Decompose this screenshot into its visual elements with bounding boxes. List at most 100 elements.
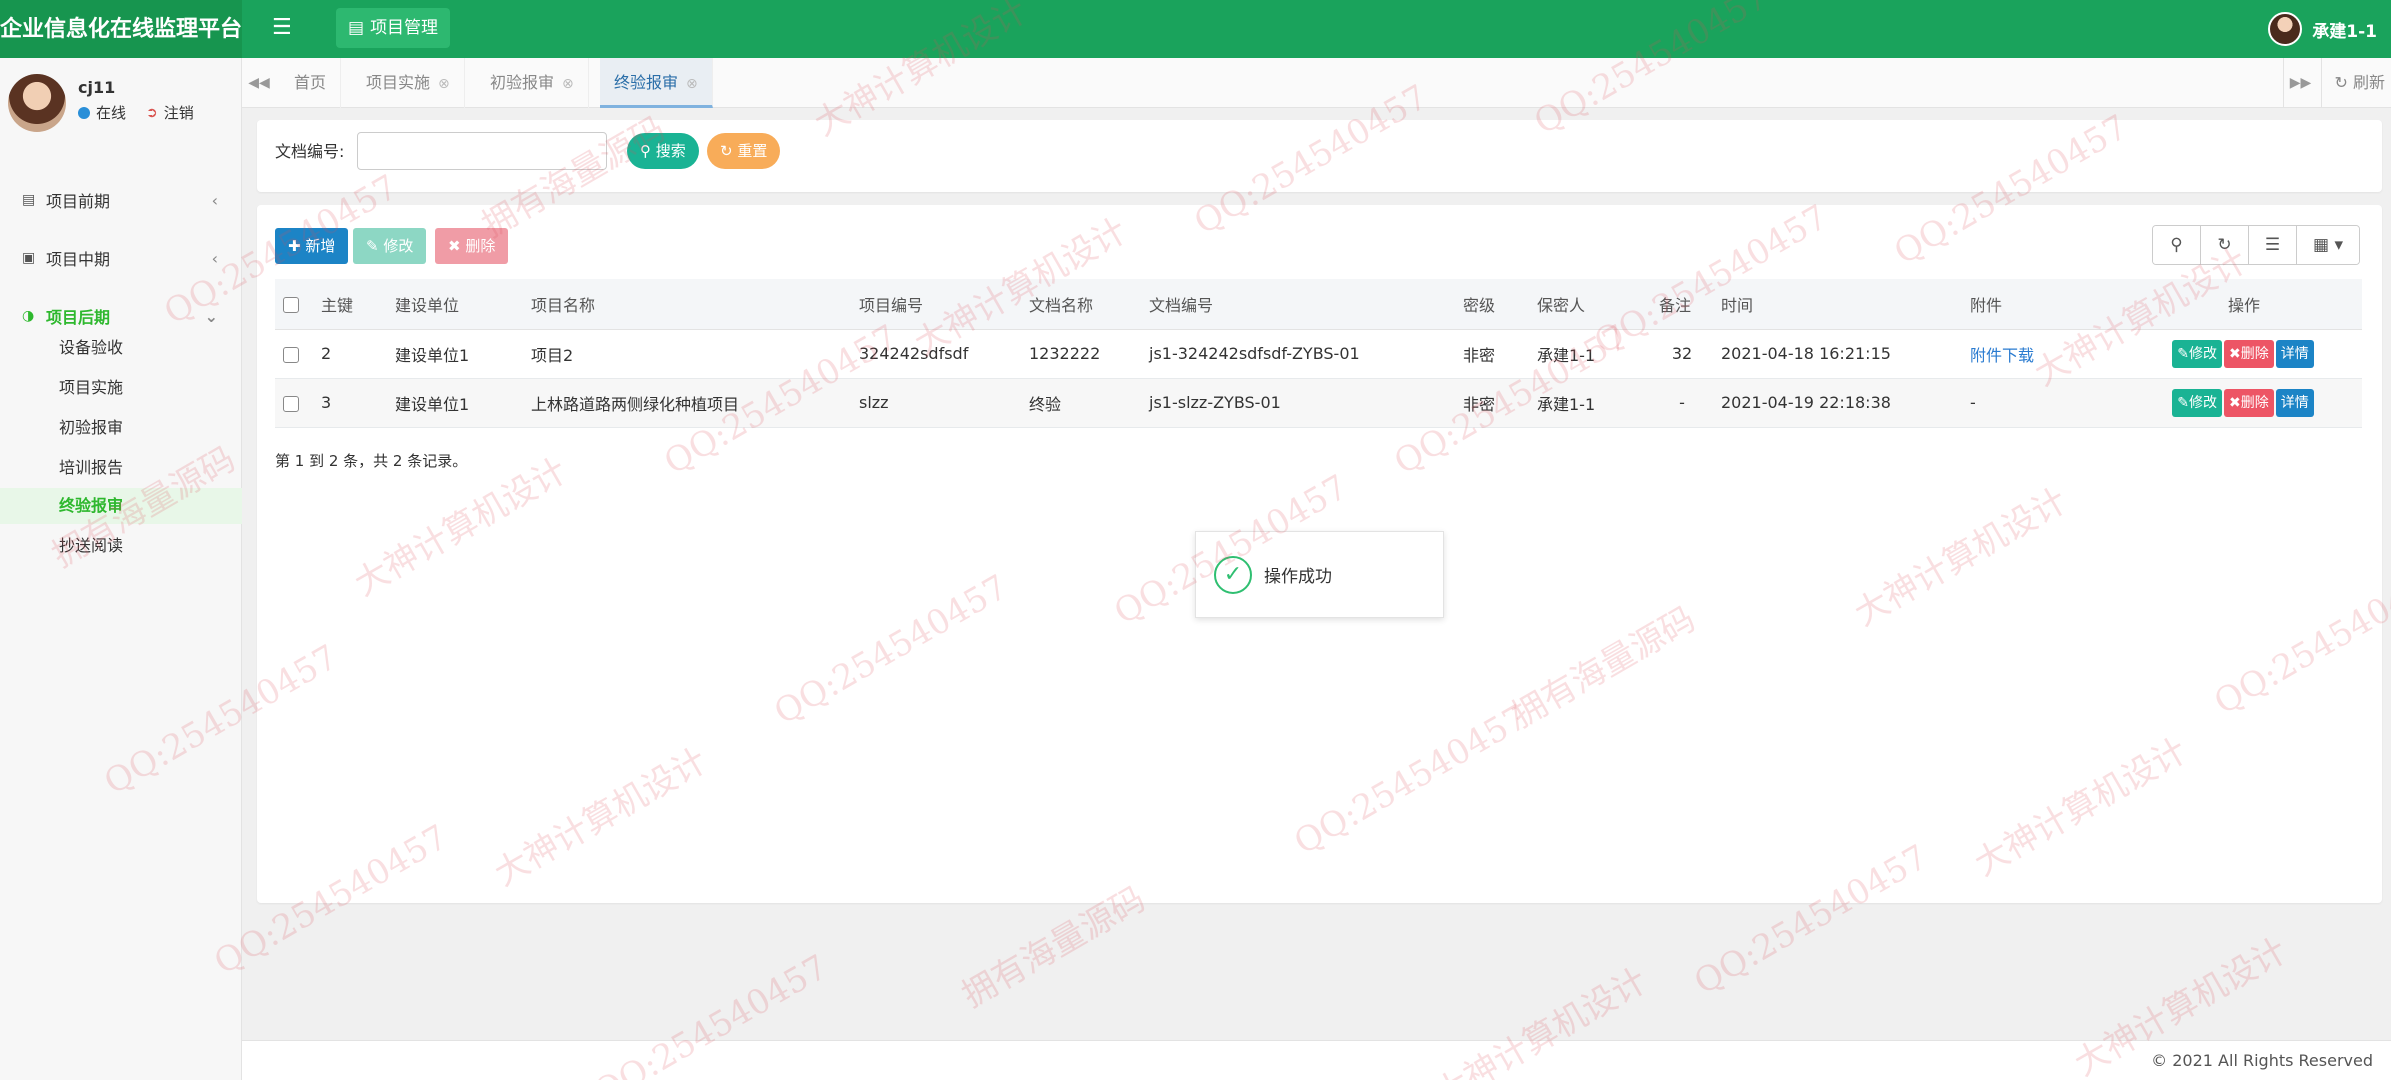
cell-ops: ✎修改 ✖删除 详情 — [2126, 329, 2362, 379]
logout-icon[interactable]: ➲ — [146, 105, 158, 121]
search-icon: ⚲ — [640, 142, 651, 160]
cell-keeper: 承建1-1 — [1529, 378, 1651, 428]
sidebar-item-implementation[interactable]: 项目实施 — [0, 370, 242, 406]
reset-button[interactable]: ↻ 重置 — [707, 133, 781, 169]
row-edit-button[interactable]: ✎修改 — [2172, 388, 2222, 417]
cell-project: 项目2 — [523, 329, 851, 379]
row-select-cell — [275, 329, 313, 379]
times-icon: ✖ — [448, 237, 461, 255]
table-row: 2 建设单位1 项目2 324242sdfsdf 1232222 js1-324… — [275, 329, 2362, 379]
edit-button[interactable]: ✎ 修改 — [353, 228, 427, 264]
chevron-down-icon: ⌄ — [204, 306, 218, 326]
col-header[interactable]: 保密人 — [1529, 279, 1651, 330]
sidebar: cj11 在线 ➲ 注销 ▤ 项目前期 ‹ ▣ 项目中期 ‹ ◑ 项目后期 ⌄ … — [0, 58, 242, 1080]
add-button[interactable]: ✚ 新增 — [275, 228, 349, 264]
refresh-icon: ↻ — [720, 142, 733, 160]
refresh-tab-button[interactable]: ↻ 刷新 — [2321, 58, 2391, 108]
user-status: 在线 ➲ 注销 — [78, 102, 194, 123]
tabs-bar: ◀◀ 首页 项目实施 ⊗ 初验报审 ⊗ 终验报审 ⊗ ▶▶ ↻ 刷新 — [242, 58, 2391, 108]
cell-docno: js1-slzz-ZYBS-01 — [1141, 378, 1455, 428]
col-header: 操作 — [2126, 279, 2362, 330]
table-tools: ⚲ ↻ ☰ ▦ ▾ — [2152, 225, 2360, 265]
col-header[interactable]: 备注 — [1651, 279, 1713, 330]
select-all-checkbox[interactable] — [283, 296, 299, 313]
cell-attach: - — [1962, 378, 2126, 428]
search-icon[interactable]: ⚲ — [2153, 226, 2201, 264]
cell-code: slzz — [851, 378, 1021, 428]
row-detail-button[interactable]: 详情 — [2275, 388, 2314, 417]
user-panel: cj11 在线 ➲ 注销 — [8, 74, 238, 134]
doc-no-input[interactable] — [357, 132, 607, 170]
cell-level: 非密 — [1455, 378, 1529, 428]
row-delete-button[interactable]: ✖删除 — [2224, 388, 2274, 417]
attachment-download-link[interactable]: 附件下载 — [1970, 346, 2034, 365]
tab-next-icon[interactable]: ▶▶ — [2283, 58, 2317, 108]
columns-grid-icon[interactable]: ▦ ▾ — [2297, 226, 2359, 264]
row-select-cell — [275, 378, 313, 428]
col-header[interactable]: 项目编号 — [851, 279, 1021, 330]
building-icon: ▣ — [22, 250, 36, 266]
edit-icon: ✎ — [2177, 345, 2189, 362]
cell-attach: 附件下载 — [1962, 329, 2126, 379]
tab-final-review[interactable]: 终验报审 ⊗ — [600, 58, 713, 108]
cell-docno: js1-324242sdfsdf-ZYBS-01 — [1141, 329, 1455, 379]
close-icon[interactable]: ⊗ — [562, 76, 574, 92]
row-checkbox[interactable] — [283, 395, 299, 412]
tab-home[interactable]: 首页 — [280, 58, 342, 108]
user-name: cj11 — [78, 78, 116, 97]
search-panel: 文档编号: ⚲ 搜索 ↻ 重置 — [257, 120, 2382, 192]
col-header[interactable]: 时间 — [1713, 279, 1962, 330]
cell-note: 32 — [1651, 329, 1713, 379]
half-circle-icon: ◑ — [22, 308, 35, 324]
row-detail-button[interactable]: 详情 — [2275, 339, 2314, 368]
table-row: 3 建设单位1 上林路道路两侧绿化种植项目 slzz 终验 js1-slzz-Z… — [275, 378, 2362, 428]
sidebar-item-cc-read[interactable]: 抄送阅读 — [0, 528, 242, 564]
data-table: 主键 建设单位 项目名称 项目编号 文档名称 文档编号 密级 保密人 备注 时间… — [275, 279, 2362, 428]
col-header[interactable]: 建设单位 — [387, 279, 523, 330]
col-header[interactable]: 附件 — [1962, 279, 2126, 330]
avatar — [8, 74, 66, 132]
copyright: © 2021 All Rights Reserved — [2151, 1051, 2373, 1070]
close-icon[interactable]: ⊗ — [686, 76, 698, 92]
sidebar-group-mid[interactable]: ▣ 项目中期 ‹ — [0, 238, 242, 278]
col-header[interactable]: 主键 — [313, 279, 387, 330]
doc-no-label: 文档编号: — [275, 142, 345, 161]
search-button[interactable]: ⚲ 搜索 — [627, 133, 699, 169]
cell-time: 2021-04-19 22:18:38 — [1713, 378, 1962, 428]
footer: © 2021 All Rights Reserved — [242, 1040, 2391, 1080]
success-toast: ✓ 操作成功 — [1195, 531, 1444, 618]
tab-implementation[interactable]: 项目实施 ⊗ — [352, 58, 465, 108]
refresh-icon[interactable]: ↻ — [2201, 226, 2249, 264]
col-header[interactable]: 项目名称 — [523, 279, 851, 330]
top-module-button[interactable]: ▤ 项目管理 — [336, 8, 451, 48]
menu-toggle-icon[interactable]: ☰ — [272, 16, 292, 40]
sidebar-group-pre[interactable]: ▤ 项目前期 ‹ — [0, 180, 242, 220]
top-user-menu[interactable]: 承建1-1 — [2268, 12, 2377, 46]
avatar — [2268, 12, 2303, 46]
top-header: 企业信息化在线监理平台 ☰ ▤ 项目管理 承建1-1 — [0, 0, 2391, 58]
refresh-icon: ↻ — [2334, 73, 2348, 92]
delete-button[interactable]: ✖ 删除 — [435, 228, 509, 264]
sidebar-item-final-review[interactable]: 终验报审 — [0, 488, 242, 524]
row-checkbox[interactable] — [283, 346, 299, 363]
list-icon[interactable]: ☰ — [2249, 226, 2297, 264]
logout-link[interactable]: 注销 — [164, 102, 194, 123]
select-all-cell — [275, 279, 313, 330]
cell-time: 2021-04-18 16:21:15 — [1713, 329, 1962, 379]
tab-initial-review[interactable]: 初验报审 ⊗ — [476, 58, 589, 108]
cell-keeper: 承建1-1 — [1529, 329, 1651, 379]
cell-id: 2 — [313, 329, 387, 379]
tab-prev-icon[interactable]: ◀◀ — [242, 58, 276, 108]
cell-ops: ✎修改 ✖删除 详情 — [2126, 378, 2362, 428]
sidebar-item-equipment[interactable]: 设备验收 — [0, 330, 242, 366]
close-icon[interactable]: ⊗ — [438, 76, 450, 92]
col-header[interactable]: 文档编号 — [1141, 279, 1455, 330]
cell-unit: 建设单位1 — [387, 378, 523, 428]
row-edit-button[interactable]: ✎修改 — [2172, 339, 2222, 368]
sidebar-item-training[interactable]: 培训报告 — [0, 450, 242, 486]
app-title: 企业信息化在线监理平台 — [0, 0, 242, 58]
row-delete-button[interactable]: ✖删除 — [2224, 339, 2274, 368]
col-header[interactable]: 密级 — [1455, 279, 1529, 330]
col-header[interactable]: 文档名称 — [1021, 279, 1141, 330]
sidebar-item-initial-review[interactable]: 初验报审 — [0, 410, 242, 446]
